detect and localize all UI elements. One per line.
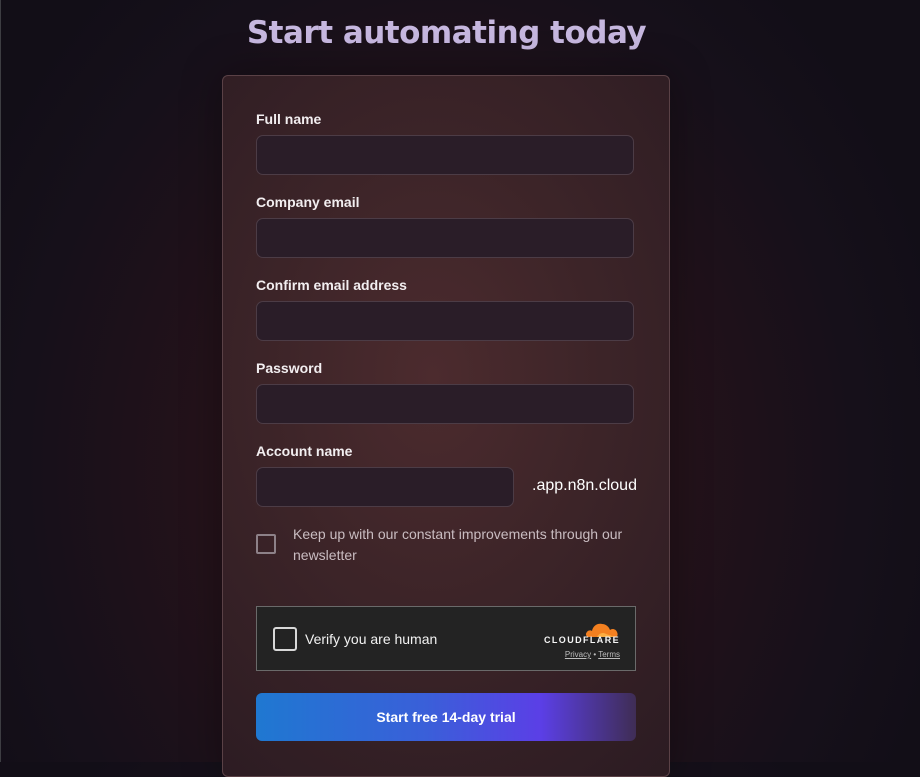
start-trial-button[interactable]: Start free 14-day trial: [256, 693, 636, 741]
captcha-checkbox[interactable]: [273, 627, 297, 651]
password-label: Password: [256, 360, 323, 376]
captcha-links: Privacy • Terms: [565, 650, 620, 659]
full-name-input[interactable]: [256, 135, 634, 175]
terms-link[interactable]: Terms: [598, 650, 620, 659]
signup-card: [222, 75, 670, 777]
confirm-email-input[interactable]: [256, 301, 634, 341]
links-separator: •: [593, 650, 597, 659]
captcha-label: Verify you are human: [305, 631, 438, 647]
cloudflare-brand: CLOUDFLARE: [544, 635, 620, 645]
newsletter-checkbox[interactable]: [256, 534, 276, 554]
company-email-input[interactable]: [256, 218, 634, 258]
full-name-label: Full name: [256, 111, 322, 127]
privacy-link[interactable]: Privacy: [565, 650, 591, 659]
company-email-label: Company email: [256, 194, 360, 210]
page-title: Start automating today: [246, 14, 647, 51]
confirm-email-label: Confirm email address: [256, 277, 407, 293]
captcha-widget: Verify you are human CLOUDFLARE Privacy …: [256, 606, 636, 671]
account-name-input[interactable]: [256, 467, 514, 507]
window-edge: [0, 0, 1, 762]
account-name-label: Account name: [256, 443, 353, 459]
newsletter-label[interactable]: Keep up with our constant improvements t…: [293, 524, 638, 566]
password-input[interactable]: [256, 384, 634, 424]
account-domain-suffix: .app.n8n.cloud: [532, 477, 637, 494]
